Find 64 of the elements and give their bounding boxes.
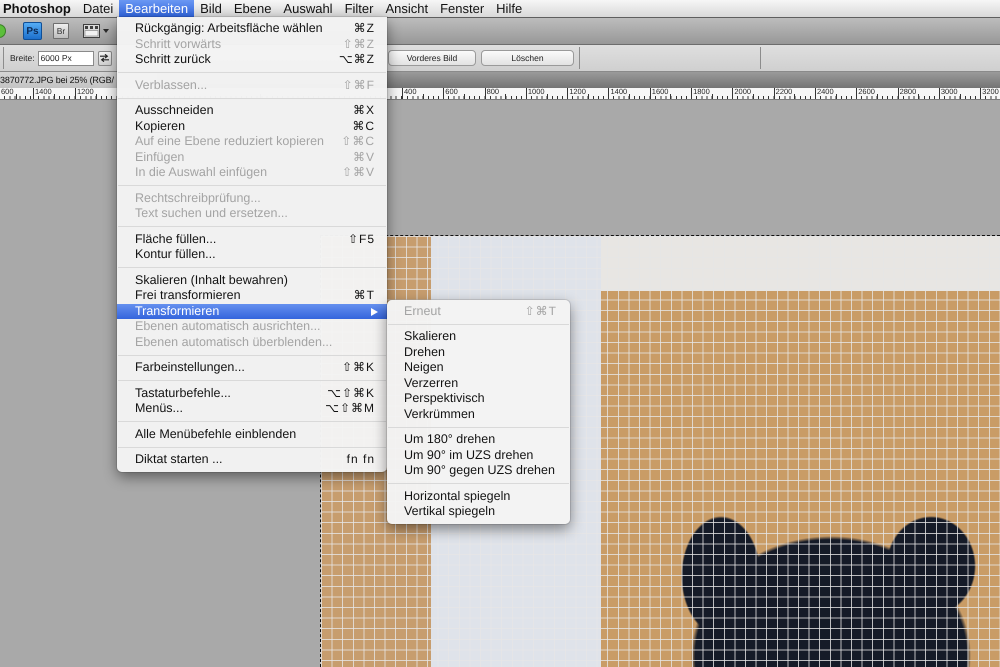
menu-bar-item[interactable]: Ansicht: [379, 0, 434, 17]
shortcut-label: ⌥⌘Z: [338, 52, 375, 68]
app-logo: Ps: [23, 22, 42, 40]
menu-item[interactable]: Schritt zurück ⌥⌘Z: [117, 52, 387, 68]
toolbar-button[interactable]: Löschen: [481, 50, 574, 66]
shortcut-label: ⇧⌘C: [341, 134, 375, 150]
swap-button[interactable]: [98, 50, 112, 66]
menu-bar-item[interactable]: Bild: [194, 0, 228, 17]
layout-menu-button[interactable]: [83, 24, 109, 38]
shortcut-label: ⇧⌘V: [342, 165, 375, 181]
shortcut-label: ⇧⌘K: [342, 360, 375, 376]
menu-bar-item[interactable]: Datei: [76, 0, 120, 17]
width-field[interactable]: 6000 Px: [38, 50, 94, 66]
menu-item[interactable]: Verkrümmen: [387, 406, 570, 422]
menu-item[interactable]: Frei transformieren ⌘T: [117, 288, 387, 304]
shortcut-label: ⌥⇧⌘M: [325, 401, 375, 417]
menu-bar-item[interactable]: Ebene: [228, 0, 278, 17]
menu-item[interactable]: Horizontal spiegeln: [387, 488, 570, 504]
menu-item[interactable]: Verzerren: [387, 376, 570, 391]
menu-item[interactable]: Um 90° im UZS drehen: [387, 448, 570, 463]
menu-bar-item[interactable]: Filter: [338, 0, 380, 17]
menu-bar-item[interactable]: Fenster: [434, 0, 490, 17]
menu-bar-item[interactable]: Auswahl: [277, 0, 339, 17]
shortcut-label: ⇧⌘Z: [342, 36, 375, 52]
shortcut-label: fn fn: [346, 452, 375, 468]
menu-bar-item[interactable]: Hilfe: [490, 0, 528, 17]
menu-item[interactable]: Farbeinstellungen... ⇧⌘K: [117, 360, 387, 376]
menu-bar-item[interactable]: Photoshop: [0, 0, 77, 17]
field-label: Breite:: [10, 53, 35, 63]
submenu-arrow-icon: [371, 308, 378, 316]
swap-icon: [100, 54, 110, 62]
menu-item[interactable]: Diktat starten ... fn fn: [117, 452, 387, 468]
menu-item[interactable]: Skalieren (Inhalt bewahren): [117, 272, 387, 288]
shortcut-label: ⌘X: [352, 103, 375, 119]
menu-item[interactable]: Drehen: [387, 344, 570, 360]
menu-item[interactable]: Rückgängig: Arbeitsfläche wählen ⌘Z: [117, 21, 387, 37]
menu-item[interactable]: Vertikal spiegeln: [387, 504, 570, 520]
shortcut-label: ⇧⌘F: [342, 78, 375, 94]
menu-item[interactable]: Transformieren: [117, 304, 387, 320]
shortcut-label: ⌥⇧⌘K: [327, 386, 375, 402]
menu-item[interactable]: Fläche füllen... ⇧F5: [117, 232, 387, 248]
menu-bar-item[interactable]: Bearbeiten: [119, 0, 194, 17]
menu-item[interactable]: Alle Menübefehle einblenden: [117, 426, 387, 442]
shortcut-label: ⇧F5: [348, 232, 375, 248]
layout-icon: [83, 24, 100, 38]
caret-icon: [103, 29, 109, 33]
menu-item[interactable]: Um 180° drehen: [387, 432, 570, 448]
menu-item[interactable]: Menüs... ⌥⇧⌘M: [117, 401, 387, 417]
shortcut-label: ⌘C: [352, 118, 375, 134]
shortcut-label: ⇧⌘T: [524, 304, 557, 319]
shortcut-label: ⌘T: [354, 288, 375, 304]
menu-item[interactable]: Skalieren: [387, 329, 570, 344]
menu-item[interactable]: Neigen: [387, 360, 570, 376]
document-tab[interactable]: 3870772.JPG bei 25% (RGB/: [0, 72, 117, 88]
menu-item[interactable]: Um 90° gegen UZS drehen: [387, 463, 570, 478]
menu-item[interactable]: Perspektivisch: [387, 391, 570, 406]
app-launch-button[interactable]: Br: [53, 23, 69, 39]
menu-item[interactable]: Tastaturbefehle... ⌥⇧⌘K: [117, 386, 387, 402]
toolbar-button[interactable]: Vorderes Bild: [388, 50, 476, 66]
menu-item[interactable]: Kontur füllen...: [117, 247, 387, 263]
shortcut-label: ⌘V: [352, 150, 375, 166]
shortcut-label: ⌘Z: [354, 21, 375, 37]
menu-item[interactable]: Kopieren ⌘C: [117, 118, 387, 134]
menu-item[interactable]: Ausschneiden ⌘X: [117, 103, 387, 119]
